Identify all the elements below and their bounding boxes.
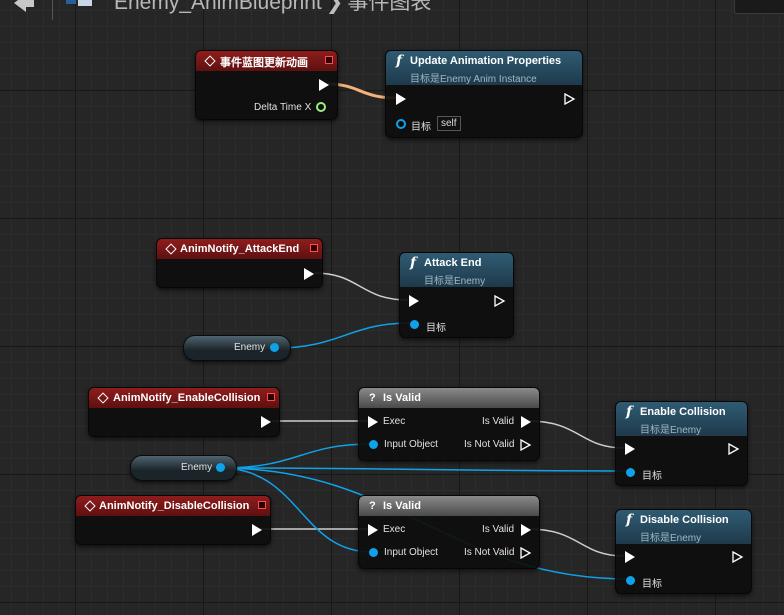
exec-label: Exec bbox=[383, 524, 406, 535]
macro-node-is-valid[interactable]: ? Is Valid Exec Is Valid Input Object Is… bbox=[358, 387, 540, 461]
input-object-pin[interactable] bbox=[369, 440, 378, 449]
exec-wire-isvalid-enable bbox=[527, 420, 625, 449]
exec-out-pin[interactable] bbox=[728, 443, 740, 455]
toolbar-divider bbox=[52, 0, 53, 20]
target-label: 目标 bbox=[642, 471, 662, 482]
target-pin[interactable] bbox=[626, 576, 635, 585]
exec-out-pin[interactable] bbox=[564, 93, 576, 105]
function-title: Disable Collision bbox=[640, 514, 729, 526]
target-pin[interactable] bbox=[626, 468, 635, 477]
event-node-attack-end[interactable]: AnimNotify_AttackEnd bbox=[156, 238, 323, 288]
function-title: Attack End bbox=[424, 257, 482, 269]
is-valid-label: Is Valid bbox=[482, 524, 515, 535]
exec-wire-attack-end bbox=[313, 272, 409, 301]
target-label: 目标 bbox=[426, 323, 446, 334]
is-not-valid-label: Is Not Valid bbox=[464, 547, 515, 558]
is-valid-label: Is Valid bbox=[482, 416, 515, 427]
exec-label: Exec bbox=[383, 416, 406, 427]
function-f-icon: f bbox=[626, 404, 633, 420]
self-default-value[interactable]: self bbox=[437, 116, 461, 131]
function-f-icon: f bbox=[396, 53, 403, 69]
exec-in-pin[interactable] bbox=[625, 551, 635, 563]
target-pin[interactable] bbox=[410, 320, 419, 329]
variable-label: Enemy bbox=[181, 462, 213, 473]
event-node-blueprint-update[interactable]: 事件蓝图更新动画 Delta Time X bbox=[195, 50, 338, 120]
exec-out-pin[interactable] bbox=[304, 268, 314, 280]
function-f-icon: f bbox=[410, 255, 417, 271]
function-node-enable-collision[interactable]: f Enable Collision 目标是Enemy 目标 bbox=[615, 401, 748, 486]
macro-title: Is Valid bbox=[383, 392, 421, 404]
is-valid-exec-pin[interactable] bbox=[521, 416, 531, 428]
object-wire-enemy-isvalid1 bbox=[219, 443, 373, 469]
function-subtitle: 目标是Enemy bbox=[640, 425, 702, 436]
question-mark-icon: ? bbox=[369, 392, 376, 404]
function-title: Update Animation Properties bbox=[410, 55, 562, 67]
blueprint-graph-icon bbox=[66, 0, 92, 6]
event-title: AnimNotify_AttackEnd bbox=[180, 243, 300, 255]
input-object-label: Input Object bbox=[384, 439, 438, 450]
delegate-pin-icon[interactable] bbox=[258, 501, 266, 509]
delegate-pin-icon[interactable] bbox=[267, 393, 275, 401]
exec-out-pin[interactable] bbox=[732, 551, 744, 563]
function-title: Enable Collision bbox=[640, 406, 726, 418]
delegate-pin-icon[interactable] bbox=[325, 56, 333, 64]
back-arrow-icon[interactable] bbox=[4, 0, 36, 14]
function-node-disable-collision[interactable]: f Disable Collision 目标是Enemy 目标 bbox=[615, 509, 752, 594]
event-title: 事件蓝图更新动画 bbox=[220, 57, 308, 69]
exec-in-pin[interactable] bbox=[368, 416, 378, 428]
variable-out-pin[interactable] bbox=[216, 463, 225, 472]
input-object-pin[interactable] bbox=[369, 548, 378, 557]
function-f-icon: f bbox=[626, 512, 633, 528]
exec-in-pin[interactable] bbox=[625, 443, 635, 455]
function-node-attack-end[interactable]: f Attack End 目标是Enemy 目标 bbox=[399, 252, 514, 338]
exec-out-pin[interactable] bbox=[252, 524, 262, 536]
breadcrumb-asset[interactable]: Enemy_AnimBlueprint bbox=[114, 0, 322, 14]
event-title: AnimNotify_EnableCollision bbox=[113, 392, 261, 404]
target-pin[interactable] bbox=[396, 119, 406, 129]
exec-out-pin[interactable] bbox=[319, 79, 329, 91]
variable-out-pin[interactable] bbox=[270, 343, 279, 352]
exec-out-pin[interactable] bbox=[261, 416, 271, 428]
breadcrumb: Enemy_AnimBlueprint ❯ 事件图表 bbox=[114, 0, 431, 16]
is-not-valid-label: Is Not Valid bbox=[464, 439, 515, 450]
delegate-pin-icon[interactable] bbox=[310, 244, 318, 252]
macro-node-is-valid[interactable]: ? Is Valid Exec Is Valid Input Object Is… bbox=[358, 495, 540, 569]
target-label: 目标 bbox=[642, 579, 662, 590]
variable-node-enemy[interactable]: Enemy bbox=[183, 335, 291, 361]
exec-in-pin[interactable] bbox=[368, 524, 378, 536]
input-object-label: Input Object bbox=[384, 547, 438, 558]
toolbar-search-box[interactable] bbox=[734, 0, 784, 14]
function-subtitle: 目标是Enemy Anim Instance bbox=[410, 74, 537, 85]
function-subtitle: 目标是Enemy bbox=[424, 276, 486, 287]
exec-wire-isvalid-disable bbox=[527, 528, 625, 557]
question-mark-icon: ? bbox=[369, 500, 376, 512]
event-node-disable-collision[interactable]: AnimNotify_DisableCollision bbox=[75, 495, 271, 545]
variable-label: Enemy bbox=[234, 342, 266, 353]
event-title: AnimNotify_DisableCollision bbox=[99, 500, 250, 512]
is-not-valid-exec-pin[interactable] bbox=[520, 547, 532, 559]
exec-in-pin[interactable] bbox=[396, 93, 406, 105]
function-node-update-anim-props[interactable]: f Update Animation Properties 目标是Enemy A… bbox=[385, 50, 583, 138]
breadcrumb-graph[interactable]: 事件图表 bbox=[347, 0, 431, 14]
exec-in-pin[interactable] bbox=[409, 295, 419, 307]
object-wire-attack-end bbox=[275, 322, 411, 349]
target-label: 目标 bbox=[411, 122, 431, 133]
object-wire-enemy-enable-target bbox=[219, 467, 630, 472]
is-not-valid-exec-pin[interactable] bbox=[520, 439, 532, 451]
macro-title: Is Valid bbox=[383, 500, 421, 512]
function-subtitle: 目标是Enemy bbox=[640, 533, 702, 544]
delta-time-pin[interactable] bbox=[316, 102, 326, 112]
event-node-enable-collision[interactable]: AnimNotify_EnableCollision bbox=[88, 387, 280, 437]
exec-out-pin[interactable] bbox=[494, 295, 506, 307]
breadcrumb-separator: ❯ bbox=[325, 0, 344, 14]
variable-node-enemy[interactable]: Enemy bbox=[130, 455, 237, 481]
delta-time-label: Delta Time X bbox=[254, 102, 312, 113]
is-valid-exec-pin[interactable] bbox=[521, 524, 531, 536]
